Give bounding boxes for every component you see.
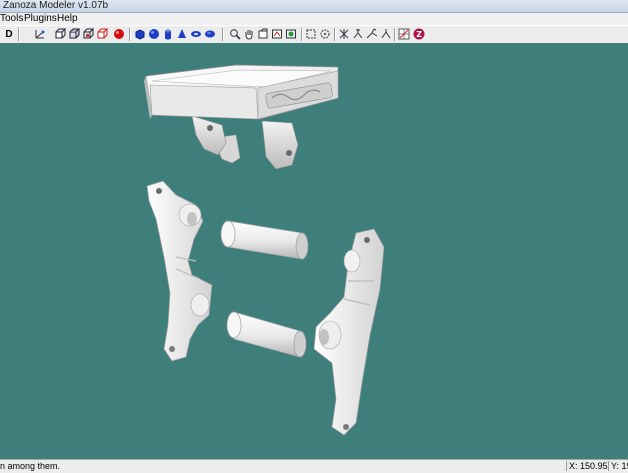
cylinder-primitive-icon[interactable] [162, 28, 174, 40]
toolbar-separator [18, 28, 20, 41]
upper-tube-part[interactable] [220, 220, 309, 260]
status-message: n among them. [0, 461, 61, 471]
svg-text:Z: Z [416, 30, 422, 39]
sphere-primitive-icon[interactable] [148, 28, 160, 40]
left-arm-part[interactable] [146, 180, 213, 362]
toolbar-separator [394, 28, 396, 41]
box-primitive-icon[interactable] [134, 28, 146, 40]
menu-bar: Tools Plugins Help [0, 13, 628, 25]
toolbar-separator [222, 28, 224, 41]
cube-wire-icon[interactable] [82, 28, 94, 40]
scale-icon[interactable] [366, 28, 378, 40]
model-render [144, 64, 385, 436]
select-circle-icon[interactable] [319, 28, 331, 40]
title-bar: Zanoza Modeler v1.07b [0, 0, 628, 13]
cube-red-icon[interactable] [96, 28, 108, 40]
disc-primitive-icon[interactable] [204, 28, 216, 40]
window-title: Zanoza Modeler v1.07b [3, 0, 109, 11]
toolbar-separator [334, 28, 336, 41]
menu-tools[interactable]: Tools [0, 13, 23, 25]
cube-front-icon[interactable] [54, 28, 66, 40]
axes-icon[interactable] [34, 28, 46, 40]
3d-viewport[interactable] [0, 43, 628, 459]
move-icon[interactable] [338, 28, 350, 40]
cube-iso-icon[interactable] [68, 28, 80, 40]
status-x-coordinate: X: 150.9557 [566, 461, 609, 471]
lower-tube-part[interactable] [226, 311, 307, 358]
view-perspective-icon[interactable] [285, 28, 297, 40]
toolbar-separator [301, 28, 303, 41]
toolbar-separator [129, 28, 131, 41]
sphere-red-icon[interactable] [113, 28, 125, 40]
top-bracket-part[interactable] [144, 64, 339, 170]
toolbar: D Z [0, 25, 628, 44]
zoom-icon[interactable] [229, 28, 241, 40]
axis-icon[interactable] [380, 28, 392, 40]
z-plugin-icon[interactable]: Z [413, 28, 425, 40]
snap-grid-icon[interactable] [398, 28, 410, 40]
mode-d-button[interactable]: D [3, 28, 15, 40]
rotate-icon[interactable] [352, 28, 364, 40]
cone-primitive-icon[interactable] [176, 28, 188, 40]
torus-primitive-icon[interactable] [190, 28, 202, 40]
select-rect-icon[interactable] [305, 28, 317, 40]
menu-plugins[interactable]: Plugins [24, 13, 57, 25]
menu-help[interactable]: Help [57, 13, 78, 25]
view-front-icon[interactable] [271, 28, 283, 40]
camera-rotate-icon[interactable] [257, 28, 269, 40]
status-bar: n among them. X: 150.9557 Y: 19 [0, 459, 628, 473]
status-y-coordinate: Y: 19 [608, 461, 628, 471]
pan-hand-icon[interactable] [243, 28, 255, 40]
right-arm-part[interactable] [313, 228, 385, 436]
